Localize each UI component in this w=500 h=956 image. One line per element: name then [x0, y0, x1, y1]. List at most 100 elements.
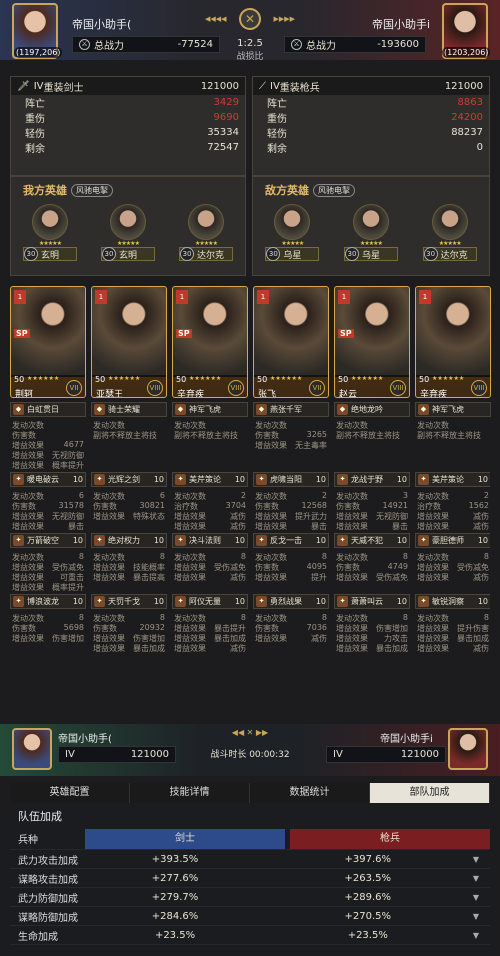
hero-slot[interactable]: ★★★★★ 30 玄明 — [23, 204, 77, 261]
right-bonus-value: +397.6% — [344, 853, 392, 865]
chevron-down-icon[interactable]: ▼ — [462, 893, 490, 902]
skill-stat-label: 增益效果 — [93, 634, 125, 643]
skill-stats: 发动次数 伤害数 增益效果 4677 增益效果 无视防御 增益效果 概率提升 — [10, 420, 86, 470]
skill-stats: 发动次数 2 治疗数 3704 增益效果 减伤 增益效果 减伤 — [172, 491, 248, 531]
tab-troop-bonus[interactable]: 部队加成 — [370, 783, 490, 803]
troop-count: 121000 — [400, 749, 439, 760]
chevron-down-icon[interactable]: ▼ — [462, 912, 490, 921]
right-player-avatar-small[interactable] — [448, 728, 488, 770]
skill-name: 决斗法则 — [189, 536, 221, 545]
hero-slot[interactable]: ★★★★★ 30 乌星 — [343, 204, 398, 261]
skill-header[interactable]: ✦ 萧萧叫云 10 — [334, 594, 410, 609]
sp-badge: SP — [14, 329, 30, 338]
skill-stat-value: 6 — [78, 491, 84, 500]
skill-header[interactable]: ✦ 勇烈战果 10 — [253, 594, 329, 609]
left-player-avatar-small[interactable] — [12, 728, 52, 770]
skill-stat-line: 增益效果 无视防御 — [10, 450, 86, 460]
chevron-down-icon[interactable]: ▼ — [462, 931, 490, 940]
tab-data-stats[interactable]: 数据统计 — [250, 783, 370, 803]
skill-stat-value: 受伤减免 — [376, 573, 408, 582]
skill-stat-value: 减伤 — [473, 573, 489, 582]
formation-tag[interactable]: 风驰电掣 — [313, 183, 355, 197]
hero-name: 达尔克 — [440, 250, 468, 261]
skill-stat-label: 发动次数 — [417, 553, 449, 562]
hero-portrait[interactable] — [274, 204, 311, 240]
card-stars: ★★★★★★ — [432, 375, 465, 382]
tab-hero-config[interactable]: 英雄配置 — [10, 783, 130, 803]
skill-header[interactable]: ✦ 豪胆德师 10 — [415, 533, 490, 548]
hero-label: 30 达尔克 — [422, 247, 477, 261]
skill-header[interactable]: ✦ 美芹策论 10 — [172, 472, 248, 487]
hero-card[interactable]: 1 SP 50 ★★★★★★ 荆轲 VII — [10, 286, 86, 398]
skill-stat-label: 发动次数 — [417, 614, 449, 623]
skill-header[interactable]: ✦ 阿仪无量 10 — [172, 594, 248, 609]
hero-portrait[interactable] — [352, 204, 389, 240]
card-title-skill[interactable]: ◆ 绝地龙吟 — [334, 402, 410, 417]
skill-header[interactable]: ✦ 绝对权力 10 — [91, 533, 167, 548]
troop-type-row: 兵种 剑士 枪兵 — [10, 828, 490, 850]
skill-header[interactable]: ✦ 天威不犯 10 — [334, 533, 410, 548]
hero-slot[interactable]: ★★★★★ 30 玄明 — [101, 204, 155, 261]
formation-tag[interactable]: 风驰电掣 — [71, 183, 113, 197]
skill-stat-label: 增益效果 — [336, 522, 368, 531]
skill-header[interactable]: ✦ 虎啸当阳 10 — [253, 472, 329, 487]
skill-header[interactable]: ✦ 博浪波龙 10 — [10, 594, 86, 609]
hero-card[interactable]: 1 50 ★★★★★★ 张飞 VII — [253, 286, 329, 398]
stat-value: 9690 — [213, 112, 239, 123]
skill-stat-label: 副将不释放主将技 — [174, 431, 238, 440]
skill-header[interactable]: ✦ 天罚千戈 10 — [91, 594, 167, 609]
troop-rank: IV — [270, 80, 280, 92]
skill-stat-label: 增益效果 — [12, 461, 44, 470]
skill-header[interactable]: ✦ 决斗法则 10 — [172, 533, 248, 548]
skill-stat-line: 发动次数 8 — [415, 613, 490, 623]
chevron-down-icon[interactable]: ▼ — [462, 874, 490, 883]
hero-portrait[interactable] — [188, 204, 224, 240]
right-coord[interactable]: (1203,206) — [442, 47, 491, 58]
skill-stat-value: 暴击提高 — [133, 573, 165, 582]
skill-stat-value: 8 — [402, 613, 408, 622]
skill-header[interactable]: ✦ 敏锐洞察 10 — [415, 594, 490, 609]
card-title-skill[interactable]: ◆ 燕张千军 — [253, 402, 329, 417]
hero-portrait[interactable] — [32, 204, 68, 240]
skill-stat-label: 治疗数 — [417, 502, 441, 511]
hero-portrait[interactable] — [110, 204, 146, 240]
skill-header[interactable]: ✦ 反戈一击 10 — [253, 533, 329, 548]
card-title-skill[interactable]: ◆ 神军飞虎 — [172, 402, 248, 417]
hero-slot[interactable]: ★★★★★ 30 达尔克 — [422, 204, 477, 261]
skill-stat-line: 增益效果 特殊状态 — [91, 511, 167, 521]
skill-stat-value: 7036 — [306, 623, 327, 632]
card-title-skill[interactable]: ◆ 骑士荣耀 — [91, 402, 167, 417]
skill-icon: ◆ — [94, 404, 105, 415]
skill-stat-value: 暴击加成 — [214, 634, 246, 643]
hero-card[interactable]: 1 SP 50 ★★★★★★ 赵云 VIII — [334, 286, 410, 398]
hero-name: 达尔克 — [197, 250, 225, 261]
skill-header[interactable]: ✦ 光辉之剑 10 — [91, 472, 167, 487]
hero-card[interactable]: 1 50 ★★★★★★ 亚瑟王 VIII — [91, 286, 167, 398]
skill-stat-line — [91, 521, 167, 531]
hero-portrait[interactable] — [431, 204, 468, 240]
tab-skill-details[interactable]: 技能详情 — [130, 783, 250, 803]
skill-stat-line — [415, 582, 490, 592]
skill-stat-line: 发动次数 2 — [415, 491, 490, 501]
chevron-down-icon[interactable]: ▼ — [462, 855, 490, 864]
skill-header[interactable]: ✦ 美芹策论 10 — [415, 472, 490, 487]
skill-icon: ✦ — [175, 535, 186, 546]
skill-stat-value: 4677 — [63, 440, 84, 449]
skill-header[interactable]: ✦ 龙战于野 10 — [334, 472, 410, 487]
lower-left-troop: IV 121000 — [58, 746, 176, 763]
hero-slot[interactable]: ★★★★★ 30 达尔克 — [179, 204, 233, 261]
skill-stat-line: 发动次数 8 — [172, 613, 248, 623]
left-coord[interactable]: (1197,206) — [14, 47, 63, 58]
hero-slot[interactable]: ★★★★★ 30 乌星 — [265, 204, 320, 261]
skill-stat-line: 发动次数 8 — [172, 552, 248, 562]
hero-card[interactable]: 1 50 ★★★★★★ 辛弃疾 VIII — [415, 286, 491, 398]
skill-stat-value: 技能概率 — [133, 563, 165, 572]
skill-header[interactable]: ✦ 万箭破空 10 — [10, 533, 86, 548]
skill-stat-line: 增益效果 无视防御 — [10, 511, 86, 521]
card-title-skill[interactable]: ◆ 白虹贯日 — [10, 402, 86, 417]
skill-level: 10 — [396, 597, 407, 606]
skill-stat-line: 增益效果 减伤 — [415, 521, 490, 531]
card-title-skill[interactable]: ◆ 神军飞虎 — [415, 402, 491, 417]
hero-card[interactable]: 1 SP 50 ★★★★★★ 辛弃疾 VIII — [172, 286, 248, 398]
skill-header[interactable]: ✦ 暖电破云 10 — [10, 472, 86, 487]
